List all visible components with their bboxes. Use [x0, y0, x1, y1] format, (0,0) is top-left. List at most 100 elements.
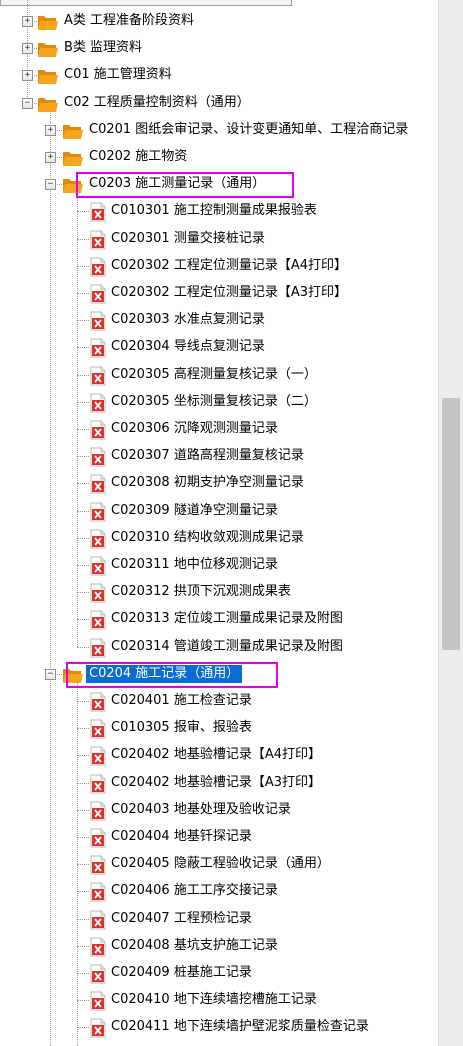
- tree-node-label[interactable]: C020306 沉降观测测量记录: [108, 420, 281, 438]
- tree-connector-line: [77, 755, 89, 757]
- tree-document-node[interactable]: C010301 施工控制测量成果报验表: [0, 198, 438, 225]
- tree-view[interactable]: + A类 工程准备阶段资料 + B类 监理资料 + C01 施工管理资料 − C02 工程质量…: [0, 0, 438, 1046]
- tree-node-label[interactable]: C01 施工管理资料: [61, 66, 175, 84]
- tree-node-label[interactable]: C020305 坐标测量复核记录（二）: [108, 393, 320, 411]
- tree-node-label[interactable]: C020302 工程定位测量记录【A3打印】: [108, 284, 350, 302]
- expand-icon[interactable]: +: [22, 70, 33, 82]
- tree-node-label[interactable]: C020408 基坑支护施工记录: [108, 937, 281, 955]
- tree-document-node[interactable]: C020401 施工检查记录: [0, 688, 438, 715]
- tree-node-label[interactable]: C020313 定位竣工测量成果记录及附图: [108, 610, 346, 628]
- tree-node-label[interactable]: C020309 隧道净空测量记录: [108, 502, 281, 520]
- tree-document-node[interactable]: C020310 结构收敛观测成果记录: [0, 525, 438, 552]
- tree-node-label[interactable]: C020311 地中位移观测记录: [108, 556, 281, 574]
- tree-node-label[interactable]: C020406 施工工序交接记录: [108, 882, 281, 900]
- tree-connector-line: [77, 265, 89, 267]
- tree-document-node[interactable]: C020304 导线点复测记录: [0, 334, 438, 361]
- tree-connector-line: [77, 809, 89, 811]
- tree-document-node[interactable]: C020411 地下连续墙护壁泥浆质量检查记录: [0, 1014, 438, 1041]
- tree-document-node[interactable]: C020408 基坑支护施工记录: [0, 933, 438, 960]
- pdf-document-icon: [90, 502, 106, 522]
- vertical-scrollbar[interactable]: [438, 0, 463, 1046]
- folder-open-icon: [62, 666, 84, 684]
- collapse-icon[interactable]: −: [45, 179, 56, 191]
- tree-document-node[interactable]: C020302 工程定位测量记录【A4打印】: [0, 253, 438, 280]
- tree-document-node[interactable]: C020302 工程定位测量记录【A3打印】: [0, 280, 438, 307]
- tree-document-node[interactable]: C020406 施工工序交接记录: [0, 878, 438, 905]
- tree-node-label[interactable]: C020308 初期支护净空测量记录: [108, 474, 307, 492]
- tree-node-label[interactable]: C020310 结构收敛观测成果记录: [108, 529, 307, 547]
- pdf-document-icon: [90, 991, 106, 1011]
- tree-document-node[interactable]: C020306 沉降观测测量记录: [0, 416, 438, 443]
- tree-folder-node[interactable]: + B类 监理资料: [0, 35, 438, 62]
- tree-folder-node[interactable]: − C02 工程质量控制资料（通用）: [0, 90, 438, 117]
- tree-node-label[interactable]: C020411 地下连续墙护壁泥浆质量检查记录: [108, 1018, 372, 1036]
- tree-document-node[interactable]: C020309 隧道净空测量记录: [0, 498, 438, 525]
- tree-document-node[interactable]: C020301 测量交接桩记录: [0, 226, 438, 253]
- scrollbar-thumb[interactable]: [442, 398, 460, 650]
- tree-node-label[interactable]: C010305 报审、报验表: [108, 719, 255, 737]
- tree-document-node[interactable]: C020313 定位竣工测量成果记录及附图: [0, 606, 438, 633]
- tree-document-node[interactable]: C020305 高程测量复核记录（一）: [0, 362, 438, 389]
- tree-connector-line: [77, 537, 89, 539]
- tree-document-node[interactable]: C020410 地下连续墙挖槽施工记录: [0, 987, 438, 1014]
- tree-node-label[interactable]: C020305 高程测量复核记录（一）: [108, 366, 320, 384]
- tree-node-label[interactable]: C0201 图纸会审记录、设计变更通知单、工程洽商记录: [86, 121, 411, 139]
- expand-icon[interactable]: +: [22, 43, 33, 55]
- tree-node-label[interactable]: C020314 管道竣工测量成果记录及附图: [108, 638, 346, 656]
- tree-node-label[interactable]: C02 工程质量控制资料（通用）: [61, 94, 253, 112]
- tree-node-label[interactable]: C020301 测量交接桩记录: [108, 230, 268, 248]
- folder-open-icon: [37, 67, 59, 85]
- tree-node-label[interactable]: C020307 道路高程测量复核记录: [108, 447, 307, 465]
- tree-folder-node[interactable]: + C0201 图纸会审记录、设计变更通知单、工程洽商记录: [0, 117, 438, 144]
- tree-folder-node[interactable]: + C0202 施工物资: [0, 144, 438, 171]
- tree-node-label[interactable]: C020312 拱顶下沉观测成果表: [108, 583, 294, 601]
- tree-node-label[interactable]: C020404 地基钎探记录: [108, 828, 255, 846]
- tree-document-node[interactable]: C020307 道路高程测量复核记录: [0, 443, 438, 470]
- expand-icon[interactable]: +: [45, 124, 56, 136]
- tree-document-node[interactable]: C020407 工程预检记录: [0, 906, 438, 933]
- tree-node-label[interactable]: C0203 施工测量记录（通用）: [86, 175, 268, 193]
- collapse-icon[interactable]: −: [45, 668, 56, 680]
- tree-document-node[interactable]: C020303 水准点复测记录: [0, 307, 438, 334]
- tree-node-label[interactable]: C020409 桩基施工记录: [108, 964, 255, 982]
- expand-icon[interactable]: +: [45, 152, 56, 163]
- tree-node-label[interactable]: B类 监理资料: [61, 39, 145, 57]
- tree-node-label[interactable]: C010301 施工控制测量成果报验表: [108, 202, 320, 220]
- tree-node-label[interactable]: C020410 地下连续墙挖槽施工记录: [108, 991, 320, 1009]
- tree-node-label[interactable]: C020405 隐蔽工程验收记录（通用）: [108, 855, 333, 873]
- tree-node-label[interactable]: C020402 地基验槽记录【A3打印】: [108, 774, 324, 792]
- tree-document-node[interactable]: C020405 隐蔽工程验收记录（通用）: [0, 851, 438, 878]
- tree-folder-node[interactable]: − C0204 施工记录（通用）: [0, 661, 438, 688]
- tree-folder-node[interactable]: + C01 施工管理资料: [0, 62, 438, 89]
- tree-document-node[interactable]: C010305 报审、报验表: [0, 715, 438, 742]
- collapse-icon[interactable]: −: [22, 97, 33, 109]
- tree-node-label[interactable]: C020403 地基处理及验收记录: [108, 801, 294, 819]
- tree-document-node[interactable]: C020402 地基验槽记录【A3打印】: [0, 770, 438, 797]
- tree-folder-node[interactable]: + A类 工程准备阶段资料: [0, 8, 438, 35]
- tree-connector-line: [77, 1000, 89, 1002]
- tree-node-label[interactable]: C0202 施工物资: [86, 148, 190, 166]
- tree-document-node[interactable]: C020403 地基处理及验收记录: [0, 797, 438, 824]
- tree-node-label[interactable]: C020402 地基验槽记录【A4打印】: [108, 746, 324, 764]
- expand-icon[interactable]: +: [22, 16, 33, 27]
- tree-node-label[interactable]: C020304 导线点复测记录: [108, 338, 268, 356]
- tree-node-label[interactable]: C020303 水准点复测记录: [108, 311, 268, 329]
- tree-document-node[interactable]: C020312 拱顶下沉观测成果表: [0, 579, 438, 606]
- tree-node-label[interactable]: A类 工程准备阶段资料: [61, 12, 197, 30]
- tree-node-label[interactable]: C0204 施工记录（通用）: [86, 664, 243, 683]
- tree-document-node[interactable]: C020305 坐标测量复核记录（二）: [0, 389, 438, 416]
- pdf-document-icon: [90, 964, 106, 984]
- tree-document-node[interactable]: C020311 地中位移观测记录: [0, 552, 438, 579]
- tree-document-node[interactable]: C020314 管道竣工测量成果记录及附图: [0, 634, 438, 661]
- folder-open-icon: [37, 95, 59, 113]
- folder-open-icon: [37, 13, 59, 31]
- tree-document-node[interactable]: C020409 桩基施工记录: [0, 960, 438, 987]
- tree-node-label[interactable]: C020401 施工检查记录: [108, 692, 255, 710]
- tree-node-label[interactable]: C020302 工程定位测量记录【A4打印】: [108, 257, 350, 275]
- top-input-edge: [0, 0, 292, 6]
- tree-node-label[interactable]: C020407 工程预检记录: [108, 910, 255, 928]
- tree-document-node[interactable]: C020402 地基验槽记录【A4打印】: [0, 742, 438, 769]
- tree-document-node[interactable]: C020308 初期支护净空测量记录: [0, 470, 438, 497]
- tree-folder-node[interactable]: − C0203 施工测量记录（通用）: [0, 171, 438, 199]
- tree-document-node[interactable]: C020404 地基钎探记录: [0, 824, 438, 851]
